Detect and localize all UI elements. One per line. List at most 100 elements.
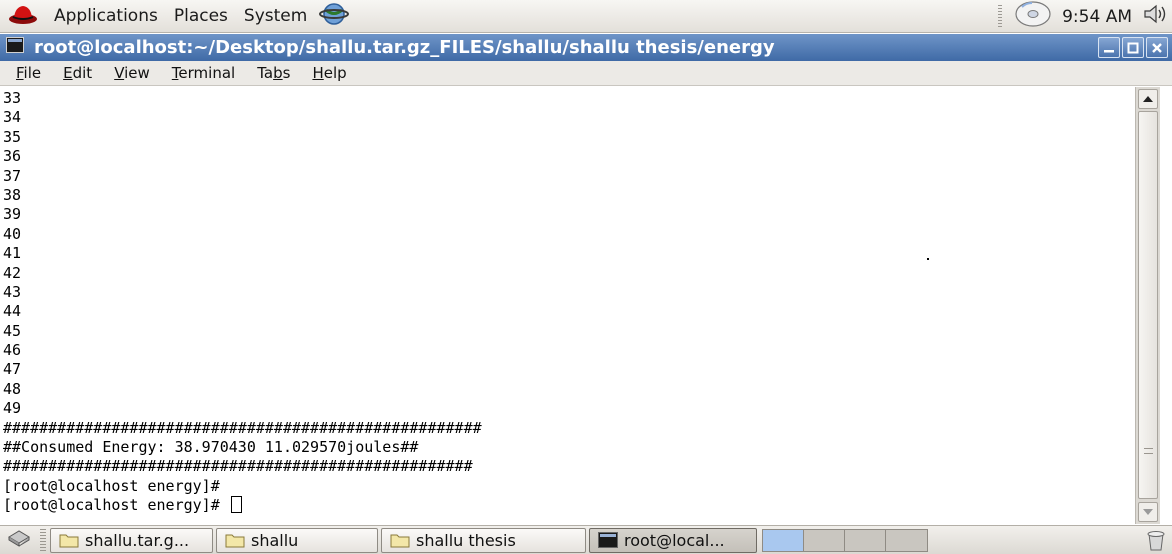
menu-terminal-rest: erminal: [178, 64, 236, 82]
taskbar-button[interactable]: root@local...: [589, 527, 757, 553]
terminal-line: 33: [3, 89, 22, 107]
menu-help-mnemonic: H: [312, 64, 324, 82]
menubar: File Edit View Terminal Tabs Help: [0, 61, 1172, 86]
workspace-switcher[interactable]: [762, 528, 928, 552]
terminal-line: ########################################…: [3, 418, 482, 437]
redhat-logo-icon[interactable]: [8, 2, 38, 31]
menu-tabs-mnemonic: b: [273, 64, 283, 82]
system-menu-label: System: [243, 6, 308, 26]
terminal-line: 44: [3, 302, 22, 321]
places-menu-label: Places: [173, 6, 228, 26]
menu-terminal[interactable]: Terminal: [161, 64, 246, 82]
bottom-panel: shallu.tar.g... shallu shallu thesis root@l…: [0, 525, 1172, 554]
workspace-3[interactable]: [845, 529, 886, 551]
terminal-line: ##Consumed Energy: 38.970430 11.029570jo…: [3, 438, 419, 457]
terminal-window-icon[interactable]: [6, 37, 24, 58]
terminal-line: 39: [3, 205, 22, 224]
terminal-scrollbar[interactable]: [1135, 87, 1160, 524]
terminal-line: 34: [3, 108, 22, 127]
taskbar-button[interactable]: shallu thesis: [381, 527, 586, 553]
scroll-down-button[interactable]: [1138, 502, 1158, 522]
terminal-lines: 33 34 35 36 37 38 39 40 41 42 43 44 45 46 47 48 49 ######…: [3, 89, 482, 516]
taskbar-handle[interactable]: [40, 529, 46, 551]
network-browser-icon[interactable]: [319, 1, 350, 32]
taskbar-button[interactable]: shallu.tar.g...: [50, 527, 213, 553]
menu-tabs-rest: s: [282, 64, 291, 82]
terminal-line: [root@localhost energy]#: [3, 476, 220, 495]
menu-tabs-pre: Ta: [257, 64, 274, 82]
maximize-button[interactable]: [1122, 37, 1144, 58]
scroll-thumb[interactable]: [1138, 111, 1158, 499]
taskbar-button-label: shallu thesis: [416, 530, 516, 550]
taskbar-button-label: root@local...: [624, 530, 725, 550]
terminal-line: 37: [3, 166, 22, 185]
close-button[interactable]: [1146, 37, 1168, 58]
trash-icon[interactable]: [1146, 529, 1166, 554]
window-controls: [1098, 37, 1168, 58]
terminal-line: 35: [3, 127, 22, 146]
screen-artifact: [927, 258, 929, 260]
terminal-line: 45: [3, 321, 22, 340]
folder-icon: [59, 532, 85, 548]
menu-help-rest: elp: [323, 64, 347, 82]
workspace-1[interactable]: [763, 529, 804, 551]
menu-help[interactable]: Help: [301, 64, 357, 82]
arrow-up-icon: [1143, 96, 1153, 102]
window-right-edge: [1160, 87, 1172, 524]
menu-edit-rest: dit: [72, 64, 93, 82]
menu-view-rest: iew: [124, 64, 150, 82]
window-titlebar[interactable]: root@localhost:~/Desktop/shallu.tar.gz_F…: [0, 34, 1172, 61]
menu-file-rest: ile: [23, 64, 42, 82]
tray-handle[interactable]: [998, 4, 1003, 29]
window-list: shallu.tar.g... shallu shallu thesis root@l…: [50, 527, 760, 553]
close-icon: [1152, 42, 1162, 53]
terminal-line: 47: [3, 360, 22, 379]
menu-edit[interactable]: Edit: [52, 64, 103, 82]
menu-edit-mnemonic: E: [63, 64, 73, 82]
menu-view[interactable]: View: [103, 64, 161, 82]
minimize-button[interactable]: [1098, 37, 1120, 58]
terminal-prompt-line: [root@localhost energy]#: [3, 496, 482, 515]
folder-icon: [225, 532, 251, 548]
arrow-down-icon: [1143, 509, 1153, 515]
menu-file-mnemonic: F: [16, 64, 24, 82]
cd-drive-icon[interactable]: [1014, 0, 1052, 33]
volume-icon[interactable]: [1142, 3, 1168, 30]
terminal-line: 42: [3, 263, 22, 282]
applications-menu[interactable]: Applications: [46, 0, 166, 32]
scroll-up-button[interactable]: [1138, 89, 1158, 109]
terminal-icon: [598, 532, 624, 548]
terminal-prompt: [root@localhost energy]#: [3, 496, 220, 515]
clock[interactable]: 9:54 AM: [1062, 7, 1132, 27]
terminal-line: 38: [3, 185, 22, 204]
terminal-line: 43: [3, 282, 22, 301]
maximize-icon: [1127, 42, 1139, 53]
terminal-line: 41: [3, 244, 22, 263]
menu-file[interactable]: File: [0, 64, 52, 82]
terminal-line: 36: [3, 147, 22, 166]
menu-tabs[interactable]: Tabs: [246, 64, 301, 82]
menu-view-mnemonic: V: [114, 64, 125, 82]
system-menu[interactable]: System: [236, 0, 315, 32]
folder-icon: [390, 532, 416, 548]
places-menu[interactable]: Places: [166, 0, 236, 32]
taskbar-button[interactable]: shallu: [216, 527, 378, 553]
terminal-line: 48: [3, 379, 22, 398]
terminal-line: ########################################…: [3, 457, 473, 476]
workspace-2[interactable]: [804, 529, 845, 551]
terminal-line: 40: [3, 224, 22, 243]
workspace-4[interactable]: [886, 529, 927, 551]
show-desktop-icon[interactable]: [8, 528, 30, 552]
terminal-line: 49: [3, 399, 22, 418]
terminal-line: 46: [3, 341, 22, 360]
window-title: root@localhost:~/Desktop/shallu.tar.gz_F…: [34, 37, 775, 58]
taskbar-button-label: shallu.tar.g...: [85, 530, 190, 550]
text-cursor: [230, 496, 242, 514]
top-panel: Applications Places System 9:54 AM: [0, 0, 1172, 33]
panel-tray: 9:54 AM: [998, 0, 1172, 33]
terminal-output[interactable]: 33 34 35 36 37 38 39 40 41 42 43 44 45 46 47 48 49 ######…: [0, 87, 1153, 524]
taskbar-button-label: shallu: [251, 530, 299, 550]
scroll-grip: [1144, 448, 1153, 454]
minimize-icon: [1104, 49, 1114, 52]
applications-menu-label: Applications: [54, 6, 158, 26]
